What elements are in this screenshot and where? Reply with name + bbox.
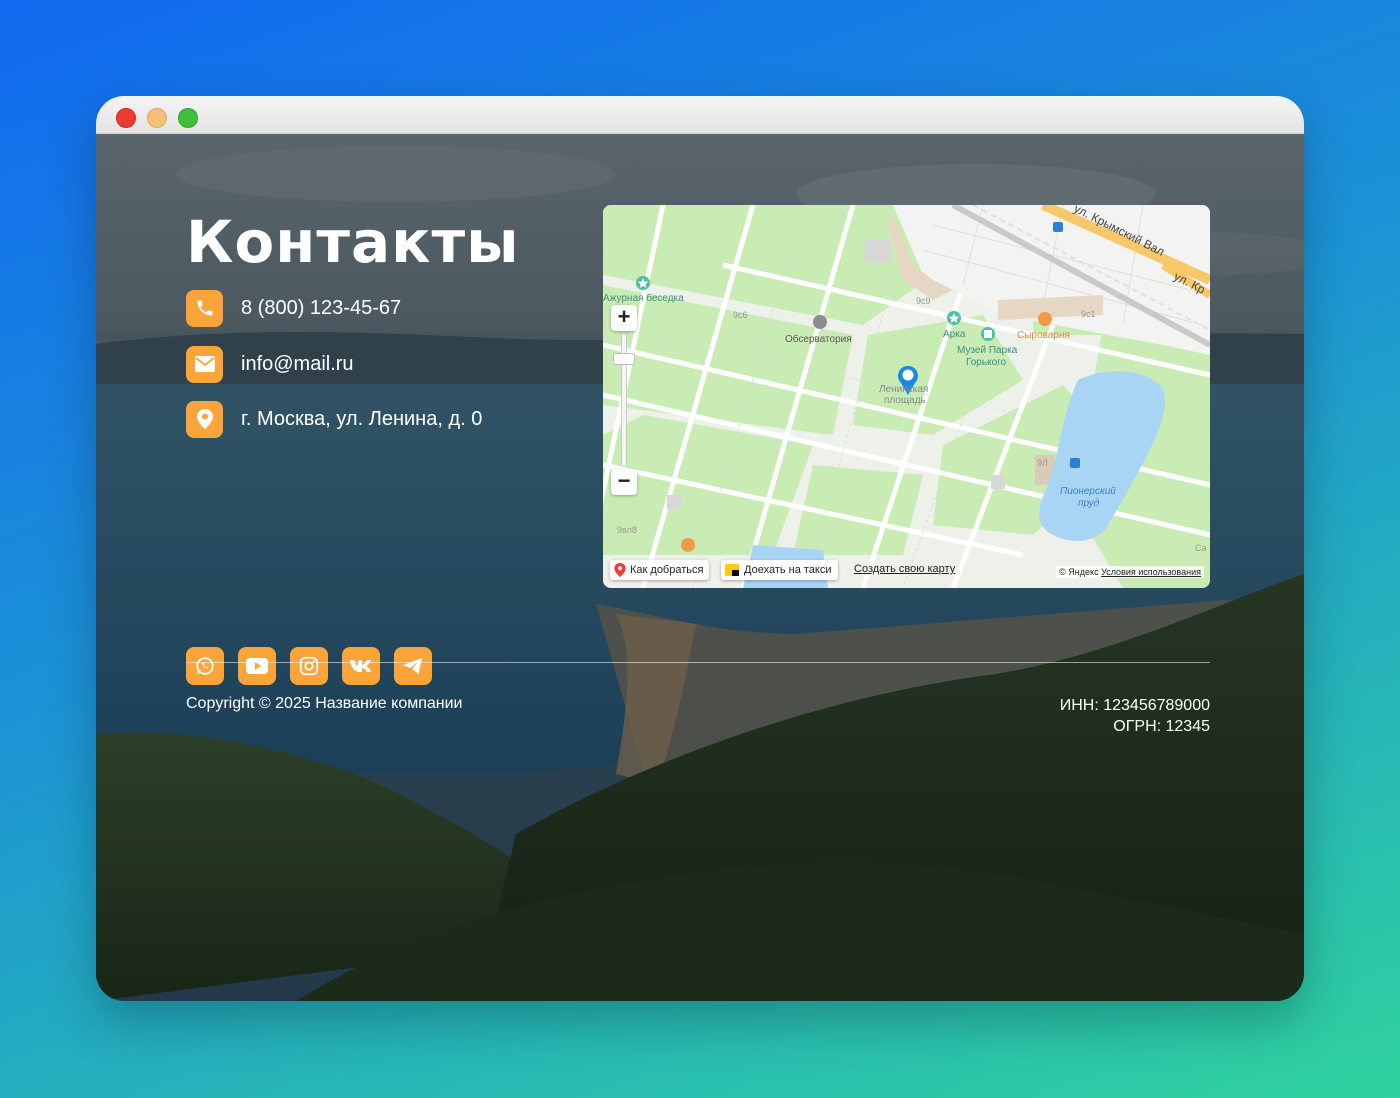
map-label-square-2: площадь [884, 395, 926, 406]
legal-info: ИНН: 123456789000 ОГРН: 12345 [1060, 695, 1210, 737]
map-attribution-prefix: © Яндекс [1059, 567, 1099, 577]
yandex-map[interactable]: Ажурная беседка Обсерватория Арка Музей … [603, 205, 1210, 588]
zoom-slider-handle[interactable] [613, 353, 635, 365]
taxi-icon [725, 564, 739, 576]
create-map-link[interactable]: Создать свою карту [854, 563, 955, 575]
location-pin-icon [186, 400, 223, 438]
map-attribution: © Яндекс Условия использования [1056, 566, 1204, 578]
phone-icon [186, 289, 223, 327]
footer-divider [186, 662, 1210, 663]
map-label-pond-2: пруд [1078, 498, 1100, 509]
instagram-icon [299, 656, 319, 676]
map-label-museum-2: Горького [966, 357, 1007, 368]
route-pin-icon [614, 563, 626, 577]
copyright-text: Copyright © 2025 Название компании [186, 695, 463, 712]
whatsapp-icon [196, 657, 214, 675]
map-label-museum-1: Музей Парка [957, 345, 1018, 356]
maximize-window-button[interactable] [178, 108, 198, 128]
phone-number: 8 (800) 123-45-67 [241, 296, 402, 319]
map-label-b1: 9с9 [916, 296, 931, 306]
youtube-icon [246, 658, 268, 674]
route-button-label: Как добраться [630, 564, 704, 576]
zoom-out-button[interactable]: − [611, 469, 637, 495]
map-label-b4: 9Л [1037, 458, 1048, 468]
map-tiles: Ажурная беседка Обсерватория Арка Музей … [603, 205, 1210, 588]
social-links [186, 647, 446, 685]
map-label-cheese: Сыроварня [1017, 330, 1070, 341]
youtube-link[interactable] [238, 647, 276, 685]
ogrn-text: ОГРН: 12345 [1113, 718, 1210, 735]
map-label-b2: 9с6 [733, 310, 748, 320]
contact-email[interactable]: info@mail.ru [186, 345, 354, 383]
vk-link[interactable] [342, 647, 380, 685]
route-button[interactable]: Как добраться [610, 560, 710, 580]
instagram-link[interactable] [290, 647, 328, 685]
map-label-observatory: Обсерватория [785, 333, 852, 345]
contact-phone[interactable]: 8 (800) 123-45-67 [186, 289, 401, 327]
email-address: info@mail.ru [241, 352, 354, 375]
browser-window: Контакты 8 (800) 123-45-67 info@mail.ru … [96, 96, 1304, 1001]
map-label-b3: 9с1 [1081, 309, 1096, 319]
map-label-square-1: Ленинская [879, 384, 928, 395]
minimize-window-button[interactable] [147, 108, 167, 128]
contact-address[interactable]: г. Москва, ул. Ленина, д. 0 [186, 400, 482, 438]
map-label-gazebo: Ажурная беседка [603, 292, 684, 304]
zoom-in-button[interactable]: + [611, 305, 637, 331]
telegram-link[interactable] [394, 647, 432, 685]
map-label-b5: 9вл8 [617, 525, 637, 535]
telegram-icon [403, 657, 423, 675]
inn-text: ИНН: 123456789000 [1059, 697, 1210, 714]
taxi-button-label: Доехать на такси [744, 564, 832, 576]
envelope-icon [186, 345, 223, 383]
map-label-arch: Арка [943, 329, 966, 340]
contacts-section: Контакты 8 (800) 123-45-67 info@mail.ru … [96, 134, 1304, 1001]
address-text: г. Москва, ул. Ленина, д. 0 [241, 407, 483, 430]
map-label-edge: Са [1195, 543, 1207, 553]
taxi-button[interactable]: Доехать на такси [721, 560, 838, 580]
terms-link[interactable]: Условия использования [1101, 567, 1201, 577]
close-window-button[interactable] [116, 108, 136, 128]
window-titlebar [96, 96, 1304, 134]
map-label-pond-1: Пионерский [1060, 486, 1116, 497]
page-title: Контакты [186, 208, 520, 276]
whatsapp-link[interactable] [186, 647, 224, 685]
